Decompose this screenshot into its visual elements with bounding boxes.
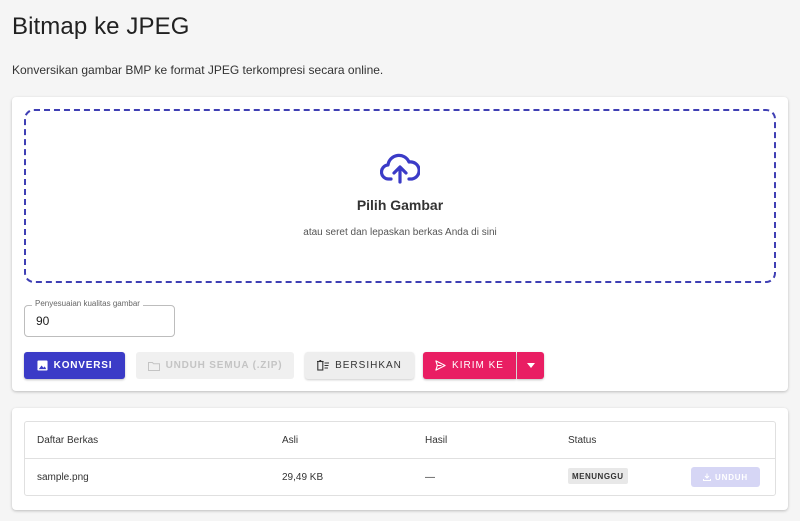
- image-icon: [37, 360, 48, 371]
- page-subtitle: Konversikan gambar BMP ke format JPEG te…: [12, 63, 384, 77]
- download-button[interactable]: UNDUH: [691, 467, 760, 487]
- send-to-label: Kirim Ke: [452, 360, 504, 371]
- file-table: Daftar Berkas Asli Hasil Status sample.p…: [24, 421, 776, 496]
- download-icon: [703, 473, 712, 481]
- clear-label: Bersihkan: [335, 360, 402, 371]
- download-label: UNDUH: [715, 472, 748, 482]
- download-all-label: Unduh Semua (.ZIP): [165, 360, 283, 371]
- column-header-files: Daftar Berkas: [37, 435, 99, 446]
- table-header: Daftar Berkas Asli Hasil Status: [25, 422, 775, 459]
- column-header-status: Status: [568, 435, 597, 446]
- send-icon: [435, 360, 446, 371]
- column-header-original: Asli: [282, 435, 299, 446]
- file-original-size: 29,49 KB: [282, 472, 324, 483]
- page-title: Bitmap ke JPEG: [12, 13, 190, 40]
- quality-input[interactable]: [25, 306, 174, 336]
- convert-label: Konversi: [53, 360, 113, 371]
- folder-icon: [147, 361, 160, 371]
- caret-down-icon: [526, 363, 535, 368]
- dropzone-title: Pilih Gambar: [356, 197, 444, 213]
- send-to-dropdown-button[interactable]: [517, 352, 544, 379]
- file-list-card: Daftar Berkas Asli Hasil Status sample.p…: [12, 408, 788, 510]
- converter-card: Pilih Gambar atau seret dan lepaskan ber…: [12, 97, 788, 391]
- dropzone-hint: atau seret dan lepaskan berkas Anda di s…: [303, 227, 497, 238]
- clear-list-icon: [317, 360, 330, 371]
- convert-button[interactable]: Konversi: [24, 352, 125, 379]
- send-to-button[interactable]: Kirim Ke: [423, 352, 516, 379]
- download-all-button[interactable]: Unduh Semua (.ZIP): [136, 352, 294, 379]
- column-header-result: Hasil: [425, 435, 448, 446]
- file-result-size: —: [425, 472, 435, 483]
- clear-button[interactable]: Bersihkan: [305, 352, 414, 379]
- status-badge: MENUNGGU: [568, 468, 628, 484]
- file-name: sample.png: [37, 472, 89, 483]
- cloud-upload-icon: [380, 153, 420, 184]
- quality-field[interactable]: Penyesuaian kualitas gambar: [24, 299, 175, 337]
- file-dropzone[interactable]: Pilih Gambar atau seret dan lepaskan ber…: [24, 109, 776, 283]
